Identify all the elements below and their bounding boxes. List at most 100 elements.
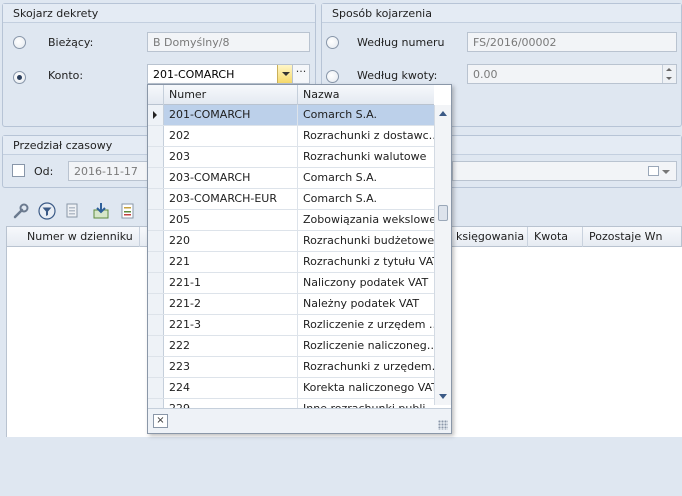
row-nazwa: Comarch S.A. xyxy=(303,192,377,205)
wedlug-numeru-label: Według numeru xyxy=(357,36,445,49)
popup-header-indicator xyxy=(148,85,164,105)
wedlug-kwoty-field[interactable]: 0.00 xyxy=(467,64,677,84)
skojarz-dekrety-title: Skojarz dekrety xyxy=(3,4,315,23)
row-indicator xyxy=(148,126,164,146)
biezacy-field[interactable]: B Domyślny/8 xyxy=(147,32,310,52)
konto-dropdown-popup: Numer Nazwa 201-COMARCH Comarch S.A. 202 R… xyxy=(147,84,452,434)
scroll-down-icon[interactable] xyxy=(439,394,447,399)
row-indicator xyxy=(148,105,164,125)
spin-up-icon[interactable] xyxy=(666,68,672,71)
row-nazwa: Rozliczenie z urzędem … xyxy=(303,318,434,331)
list-item[interactable]: 202 Rozrachunki z dostawc… xyxy=(148,126,434,147)
list-item[interactable]: 224 Korekta naliczonego VAT xyxy=(148,378,434,399)
row-nazwa: Rozrachunki z dostawc… xyxy=(303,129,434,142)
popup-footer: × xyxy=(148,408,451,433)
resize-grip-icon[interactable] xyxy=(438,420,448,430)
biezacy-label: Bieżący: xyxy=(48,36,94,49)
radio-wedlug-kwoty[interactable] xyxy=(326,70,339,83)
row-indicator xyxy=(148,378,164,398)
list-item[interactable]: 203-COMARCH Comarch S.A. xyxy=(148,168,434,189)
list-item[interactable]: 223 Rozrachunki z urzędem… xyxy=(148,357,434,378)
sposob-kojarzenia-title: Sposób kojarzenia xyxy=(322,4,681,23)
konto-combobox[interactable]: 201-COMARCH xyxy=(147,64,294,84)
popup-col-nazwa[interactable]: Nazwa xyxy=(298,85,434,105)
calendar-icon[interactable] xyxy=(648,166,659,176)
do-date-field[interactable] xyxy=(452,161,677,181)
wrench-icon[interactable] xyxy=(12,202,30,220)
row-numer: 224 xyxy=(164,378,298,398)
row-numer: 202 xyxy=(164,126,298,146)
row-numer: 221-3 xyxy=(164,315,298,335)
col-header-pozostaje-wn[interactable]: Pozostaje Wn xyxy=(583,227,682,247)
konto-value: 201-COMARCH xyxy=(153,68,235,81)
import-icon[interactable] xyxy=(92,202,110,220)
row-nazwa: Rozrachunki z tytułu VAT xyxy=(303,255,434,268)
od-date-field[interactable]: 2016-11-17 xyxy=(68,161,154,181)
row-indicator xyxy=(148,357,164,377)
kwota-spinner[interactable] xyxy=(662,65,676,83)
row-nazwa: Rozrachunki walutowe xyxy=(303,150,427,163)
row-nazwa: Rozrachunki z urzędem… xyxy=(303,360,434,373)
row-nazwa: Rozliczenie naliczoneg… xyxy=(303,339,434,352)
col-header-ksiegowania[interactable]: księgowania xyxy=(452,227,528,247)
row-indicator xyxy=(148,189,164,209)
konto-dropdown-button[interactable] xyxy=(277,65,293,83)
list-item[interactable]: 221-3 Rozliczenie z urzędem … xyxy=(148,315,434,336)
row-indicator xyxy=(148,336,164,356)
radio-wedlug-numeru[interactable] xyxy=(326,36,339,49)
row-numer: 220 xyxy=(164,231,298,251)
row-nazwa: Należny podatek VAT xyxy=(303,297,420,310)
scroll-thumb[interactable] xyxy=(438,205,448,221)
col-header-numer-w-dzienniku[interactable]: Numer w dzienniku xyxy=(7,227,140,247)
row-indicator xyxy=(148,273,164,293)
filter-icon[interactable] xyxy=(38,202,56,220)
list-item[interactable]: 222 Rozliczenie naliczoneg… xyxy=(148,336,434,357)
row-numer: 203 xyxy=(164,147,298,167)
document-icon[interactable] xyxy=(119,202,137,220)
od-checkbox[interactable] xyxy=(12,164,25,177)
row-indicator xyxy=(148,210,164,230)
list-item[interactable]: 220 Rozrachunki budżetowe xyxy=(148,231,434,252)
row-nazwa: Rozrachunki budżetowe xyxy=(303,234,434,247)
row-numer: 203-COMARCH-EUR xyxy=(164,189,298,209)
export-icon[interactable] xyxy=(64,202,82,220)
wedlug-kwoty-value: 0.00 xyxy=(473,68,498,81)
list-item[interactable]: 221-2 Należny podatek VAT xyxy=(148,294,434,315)
row-numer: 205 xyxy=(164,210,298,230)
list-item[interactable]: 203-COMARCH-EUR Comarch S.A. xyxy=(148,189,434,210)
list-item[interactable]: 205 Zobowiązania wekslowe xyxy=(148,210,434,231)
row-nazwa: Naliczony podatek VAT xyxy=(303,276,429,289)
row-nazwa: Korekta naliczonego VAT xyxy=(303,381,434,394)
popup-col-numer[interactable]: Numer xyxy=(164,85,298,105)
popup-rows: 201-COMARCH Comarch S.A. 202 Rozrachunki z… xyxy=(148,105,434,496)
popup-scrollbar[interactable] xyxy=(434,105,451,405)
col-header-kwota[interactable]: Kwota xyxy=(528,227,583,247)
row-indicator xyxy=(148,231,164,251)
popup-header: Numer Nazwa xyxy=(148,85,434,105)
od-label: Od: xyxy=(34,165,54,178)
list-item[interactable]: 221-1 Naliczony podatek VAT xyxy=(148,273,434,294)
row-indicator xyxy=(148,252,164,272)
list-item[interactable]: 203 Rozrachunki walutowe xyxy=(148,147,434,168)
radio-konto[interactable] xyxy=(13,71,26,84)
konto-label: Konto: xyxy=(48,69,84,82)
spin-down-icon[interactable] xyxy=(666,77,672,80)
row-pointer-icon xyxy=(153,111,157,119)
row-nazwa: Comarch S.A. xyxy=(303,171,377,184)
wedlug-numeru-field[interactable]: FS/2016/00002 xyxy=(467,32,677,52)
chevron-down-icon[interactable] xyxy=(662,170,670,174)
row-numer: 203-COMARCH xyxy=(164,168,298,188)
close-icon[interactable]: × xyxy=(153,414,168,428)
chevron-down-icon xyxy=(281,72,290,76)
konto-browse-button[interactable]: ··· xyxy=(292,64,310,84)
row-indicator xyxy=(148,147,164,167)
row-nazwa: Zobowiązania wekslowe xyxy=(303,213,434,226)
radio-biezacy[interactable] xyxy=(13,36,26,49)
row-indicator xyxy=(148,315,164,335)
list-item[interactable]: 201-COMARCH Comarch S.A. xyxy=(148,105,434,126)
row-indicator xyxy=(148,294,164,314)
row-nazwa: Comarch S.A. xyxy=(298,105,434,125)
list-item[interactable]: 221 Rozrachunki z tytułu VAT xyxy=(148,252,434,273)
scroll-up-icon[interactable] xyxy=(439,111,447,116)
row-numer: 221-2 xyxy=(164,294,298,314)
